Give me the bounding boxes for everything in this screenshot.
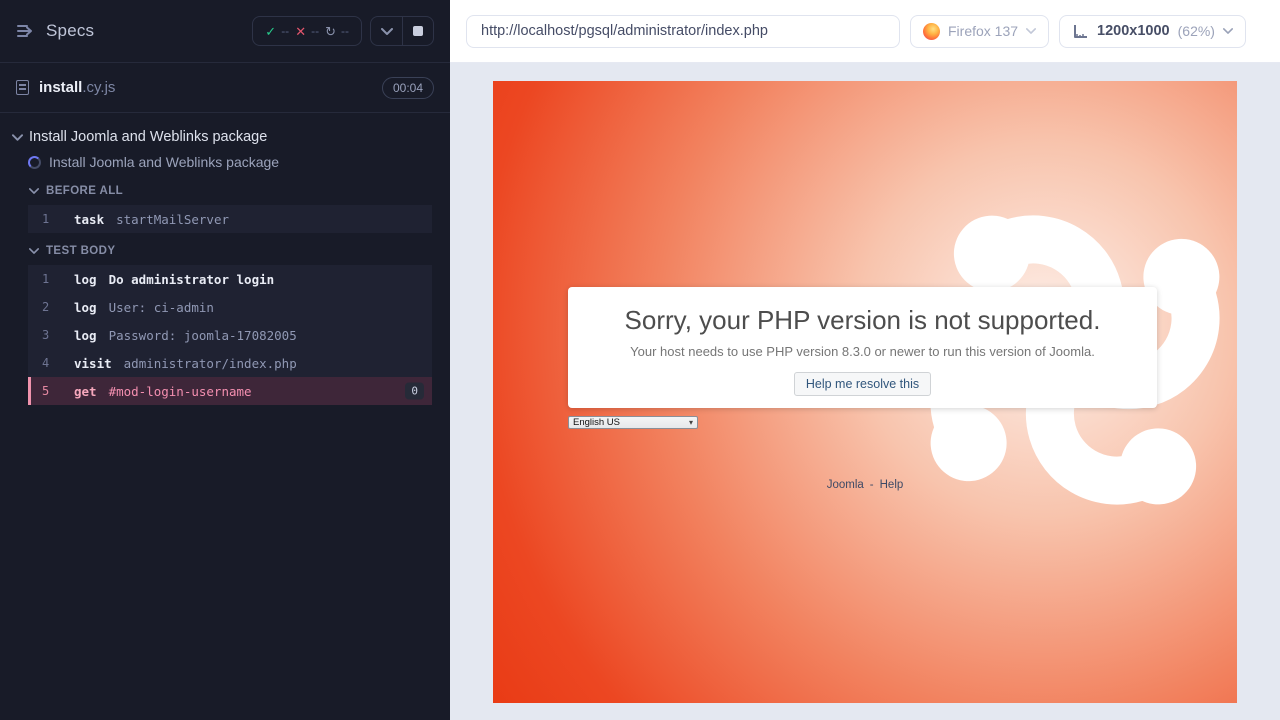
error-subtitle: Your host needs to use PHP version 8.3.0… bbox=[568, 344, 1157, 359]
suite-row[interactable]: Install Joomla and Weblinks package bbox=[0, 127, 450, 147]
stop-icon bbox=[413, 26, 423, 36]
cypress-reporter-sidebar: Specs ✓ -- ✕ -- ↻ -- bbox=[0, 0, 450, 720]
spec-file-name: install bbox=[39, 79, 82, 96]
spec-duration-badge: 00:04 bbox=[382, 77, 434, 99]
viewport-size: 1200x1000 bbox=[1097, 23, 1170, 39]
language-selected-option: English US bbox=[573, 417, 620, 428]
test-title: Install Joomla and Weblinks package bbox=[49, 154, 279, 170]
url-input[interactable] bbox=[466, 15, 900, 48]
aut-footer: Joomla-Help bbox=[493, 479, 1237, 491]
stat-passed: ✓ -- bbox=[265, 24, 289, 38]
browser-label: Firefox 137 bbox=[948, 23, 1018, 39]
command-row[interactable]: 3 log Password: joomla-17082005 bbox=[28, 321, 432, 349]
viewport-zoom: (62%) bbox=[1178, 23, 1215, 39]
command-row[interactable]: 1 log Do administrator login bbox=[28, 265, 432, 293]
stat-pending: ↻ -- bbox=[325, 24, 349, 38]
php-error-card: Sorry, your PHP version is not supported… bbox=[568, 287, 1157, 408]
retry-count-badge: 0 bbox=[405, 383, 424, 400]
test-running-spinner-icon bbox=[28, 156, 41, 169]
command-row[interactable]: 4 visit administrator/index.php bbox=[28, 349, 432, 377]
specs-list-icon[interactable] bbox=[16, 23, 36, 39]
chevron-down-icon: ▾ bbox=[689, 418, 693, 427]
error-title: Sorry, your PHP version is not supported… bbox=[568, 305, 1157, 336]
spec-file-row[interactable]: install .cy.js 00:04 bbox=[0, 63, 450, 113]
suite-title: Install Joomla and Weblinks package bbox=[29, 129, 267, 145]
spec-file-icon bbox=[16, 80, 29, 95]
check-icon: ✓ bbox=[265, 25, 276, 38]
help-link[interactable]: Help bbox=[880, 479, 904, 491]
specs-title: Specs bbox=[46, 21, 94, 41]
command-row[interactable]: 1 task startMailServer bbox=[28, 205, 432, 233]
collapse-all-button[interactable] bbox=[371, 17, 402, 45]
chevron-down-icon bbox=[12, 134, 23, 141]
before-all-commands: 1 task startMailServer bbox=[28, 205, 432, 233]
aut-toolbar: Firefox 137 1200x1000 (62%) bbox=[450, 0, 1280, 63]
command-row[interactable]: 2 log User: ci-admin bbox=[28, 293, 432, 321]
chevron-down-icon bbox=[29, 188, 39, 194]
browser-selector[interactable]: Firefox 137 bbox=[910, 15, 1049, 48]
chevron-down-icon bbox=[1026, 28, 1036, 34]
cross-icon: ✕ bbox=[295, 25, 306, 38]
language-select[interactable]: English US ▾ bbox=[568, 416, 698, 429]
aut-iframe: Sorry, your PHP version is not supported… bbox=[493, 81, 1237, 703]
test-stats: ✓ -- ✕ -- ↻ -- bbox=[252, 16, 362, 46]
help-resolve-button[interactable]: Help me resolve this bbox=[794, 372, 931, 396]
section-before-all[interactable]: BEFORE ALL bbox=[0, 177, 450, 203]
refresh-icon: ↻ bbox=[325, 25, 336, 38]
reporter-header: Specs ✓ -- ✕ -- ↻ -- bbox=[0, 0, 450, 63]
test-row[interactable]: Install Joomla and Weblinks package bbox=[0, 147, 450, 177]
chevron-down-icon bbox=[1223, 28, 1233, 34]
command-log: Install Joomla and Weblinks package Inst… bbox=[0, 113, 450, 405]
spec-file-ext: .cy.js bbox=[82, 79, 115, 96]
run-controls bbox=[370, 16, 434, 46]
joomla-link[interactable]: Joomla bbox=[827, 479, 864, 491]
chevron-down-icon bbox=[29, 248, 39, 254]
stop-button[interactable] bbox=[402, 17, 433, 45]
aut-panel: Sorry, your PHP version is not supported… bbox=[450, 63, 1280, 720]
command-row-active[interactable]: 5 get #mod-login-username 0 bbox=[28, 377, 432, 405]
test-body-commands: 1 log Do administrator login 2 log User:… bbox=[28, 265, 432, 405]
section-test-body[interactable]: TEST BODY bbox=[0, 237, 450, 263]
stat-failed: ✕ -- bbox=[295, 24, 319, 38]
viewport-selector[interactable]: 1200x1000 (62%) bbox=[1059, 15, 1246, 48]
firefox-icon bbox=[923, 23, 940, 40]
ruler-icon bbox=[1072, 23, 1089, 40]
